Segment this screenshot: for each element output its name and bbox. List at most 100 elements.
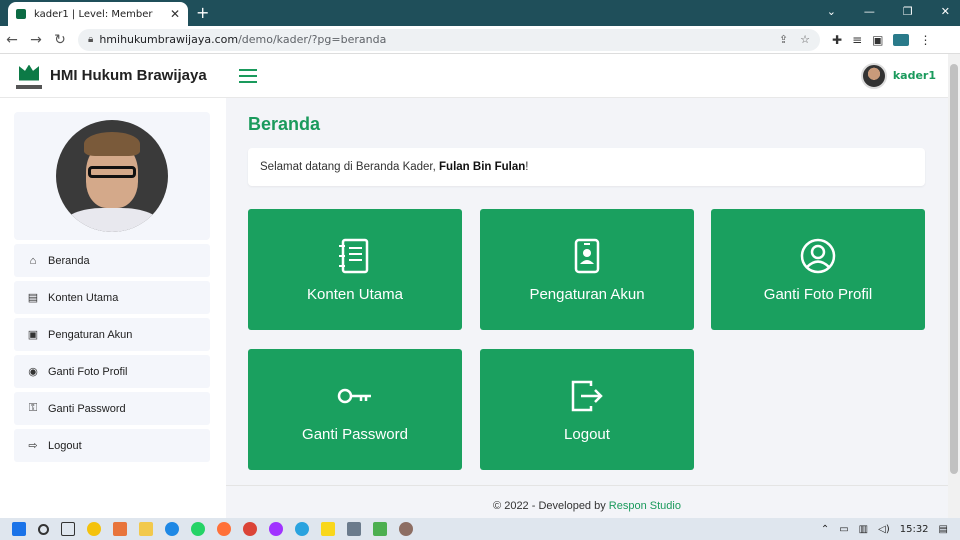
restore-icon[interactable]: ❐ xyxy=(903,5,913,18)
page-title: Beranda xyxy=(248,114,321,134)
card-ganti-foto-profil[interactable]: Ganti Foto Profil xyxy=(711,209,925,330)
sidebar-item-beranda[interactable]: ⌂ Beranda xyxy=(14,244,210,277)
reload-icon[interactable]: ↻ xyxy=(48,32,72,48)
user-circle-icon: ◉ xyxy=(28,366,38,378)
battery-icon[interactable]: ▭ xyxy=(839,524,848,535)
brand-name[interactable]: HMI Hukum Brawijaya xyxy=(50,67,207,84)
menu-dots-icon[interactable]: ⋮ xyxy=(919,33,931,47)
minimize-icon[interactable]: — xyxy=(864,5,875,18)
back-icon[interactable]: ← xyxy=(0,32,24,48)
app-icon[interactable] xyxy=(87,522,101,536)
forward-icon[interactable]: → xyxy=(24,32,48,48)
logout-icon: ⇨ xyxy=(28,440,38,452)
task-view-icon[interactable] xyxy=(61,522,75,536)
card-konten-utama[interactable]: Konten Utama xyxy=(248,209,462,330)
sidebar-item-label: Pengaturan Akun xyxy=(48,328,133,341)
user-circle-icon xyxy=(800,238,836,274)
card-label: Konten Utama xyxy=(307,286,403,303)
taskbar: ⌃ ▭ ▥ ◁) 15:32 ▤ xyxy=(0,518,960,540)
profile-photo xyxy=(56,120,168,232)
url-path: /demo/kader/?pg=beranda xyxy=(238,33,387,46)
card-label: Ganti Foto Profil xyxy=(763,286,873,303)
tab-title: kader1 | Level: Member xyxy=(34,8,153,20)
bookmark-star-icon[interactable]: ☆ xyxy=(800,33,810,46)
volume-icon[interactable]: ◁) xyxy=(878,524,890,535)
edge-icon[interactable] xyxy=(165,522,179,536)
sidebar-item-label: Beranda xyxy=(48,254,90,267)
media-icon[interactable]: ≡ xyxy=(852,33,862,47)
footer: © 2022 - Developed by Respon Studio xyxy=(226,500,948,512)
id-card-icon: ▣ xyxy=(27,329,39,341)
key-icon: ⚿ xyxy=(28,402,38,414)
whatsapp-icon[interactable] xyxy=(191,522,205,536)
user-menu[interactable]: kader1 xyxy=(860,62,936,89)
chevron-up-icon[interactable]: ⌃ xyxy=(821,524,829,535)
profile-box xyxy=(14,112,210,240)
card-pengaturan-akun[interactable]: Pengaturan Akun xyxy=(480,209,694,330)
sidebar-item-konten-utama[interactable]: ▤ Konten Utama xyxy=(14,281,210,314)
card-label: Ganti Password xyxy=(302,426,408,443)
document-icon xyxy=(339,238,369,274)
tab-search-icon[interactable]: ⌄ xyxy=(827,5,836,18)
sidebar-item-label: Ganti Password xyxy=(48,402,126,415)
messenger-icon[interactable] xyxy=(269,522,283,536)
network-icon[interactable]: ▥ xyxy=(859,524,868,535)
telegram-icon[interactable] xyxy=(295,522,309,536)
address-bar: ← → ↻ 🔒︎ hmihukumbrawijaya.com/demo/kade… xyxy=(0,26,960,54)
hamburger-menu-icon[interactable] xyxy=(238,68,257,83)
firefox-icon[interactable] xyxy=(217,522,231,536)
window-controls: ⌄ — ❐ ✕ xyxy=(827,5,950,18)
card-logout[interactable]: Logout xyxy=(480,349,694,470)
profile-icon[interactable] xyxy=(893,33,910,46)
url-field[interactable]: 🔒︎ hmihukumbrawijaya.com/demo/kader/?pg=… xyxy=(78,28,820,51)
sidebar-item-label: Konten Utama xyxy=(48,291,119,304)
sidebar: ⌂ Beranda ▤ Konten Utama ▣ Pengaturan Akun … xyxy=(0,98,226,518)
main-content: Beranda Selamat datang di Beranda Kader,… xyxy=(226,98,948,518)
footer-text: © 2022 - Developed by xyxy=(493,500,609,512)
app-header: HMI Hukum Brawijaya kader1 xyxy=(0,54,948,98)
scrollbar[interactable] xyxy=(948,54,960,518)
app-icon[interactable] xyxy=(347,522,361,536)
browser-tab-bar: kader1 | Level: Member ✕ + ⌄ — ❐ ✕ xyxy=(0,0,960,26)
sidebar-item-label: Ganti Foto Profil xyxy=(48,365,128,378)
welcome-message: Selamat datang di Beranda Kader, Fulan B… xyxy=(248,148,925,186)
key-icon xyxy=(337,388,371,404)
logo[interactable] xyxy=(16,63,42,89)
app-icon[interactable] xyxy=(399,522,413,536)
extensions-icon[interactable]: ✚ xyxy=(832,33,842,47)
favicon-icon xyxy=(16,9,26,19)
close-tab-icon[interactable]: ✕ xyxy=(170,7,180,21)
sidebar-item-label: Logout xyxy=(48,439,82,452)
windows-start-icon[interactable] xyxy=(12,522,26,536)
card-label: Logout xyxy=(564,426,610,443)
sidebar-item-pengaturan-akun[interactable]: ▣ Pengaturan Akun xyxy=(14,318,210,351)
username: kader1 xyxy=(892,69,936,82)
footer-link[interactable]: Respon Studio xyxy=(609,500,681,512)
sidebar-item-logout[interactable]: ⇨ Logout xyxy=(14,429,210,462)
sidebar-item-ganti-foto-profil[interactable]: ◉ Ganti Foto Profil xyxy=(14,355,210,388)
app-icon[interactable] xyxy=(373,522,387,536)
browser-tab[interactable]: kader1 | Level: Member ✕ xyxy=(8,2,188,26)
close-window-icon[interactable]: ✕ xyxy=(941,5,950,18)
sticky-notes-icon[interactable] xyxy=(321,522,335,536)
card-ganti-password[interactable]: Ganti Password xyxy=(248,349,462,470)
share-icon[interactable]: ⇪ xyxy=(779,33,788,46)
url-host: hmihukumbrawijaya.com xyxy=(99,33,239,46)
chrome-icon[interactable] xyxy=(243,522,257,536)
welcome-name: Fulan Bin Fulan xyxy=(439,161,526,173)
id-card-icon xyxy=(574,238,600,274)
app-icon[interactable] xyxy=(113,522,127,536)
notification-icon[interactable]: ▤ xyxy=(939,524,948,535)
lock-icon: 🔒︎ xyxy=(88,34,94,45)
search-icon[interactable] xyxy=(38,523,49,535)
sidepanel-icon[interactable]: ▣ xyxy=(872,33,883,47)
file-explorer-icon[interactable] xyxy=(139,522,153,536)
document-icon: ▤ xyxy=(27,292,39,304)
welcome-prefix: Selamat datang di Beranda Kader, xyxy=(260,161,436,173)
card-label: Pengaturan Akun xyxy=(529,286,645,303)
welcome-suffix: ! xyxy=(525,161,529,173)
clock[interactable]: 15:32 xyxy=(900,524,929,535)
new-tab-icon[interactable]: + xyxy=(196,3,209,22)
sidebar-item-ganti-password[interactable]: ⚿ Ganti Password xyxy=(14,392,210,425)
logout-icon xyxy=(571,380,603,412)
